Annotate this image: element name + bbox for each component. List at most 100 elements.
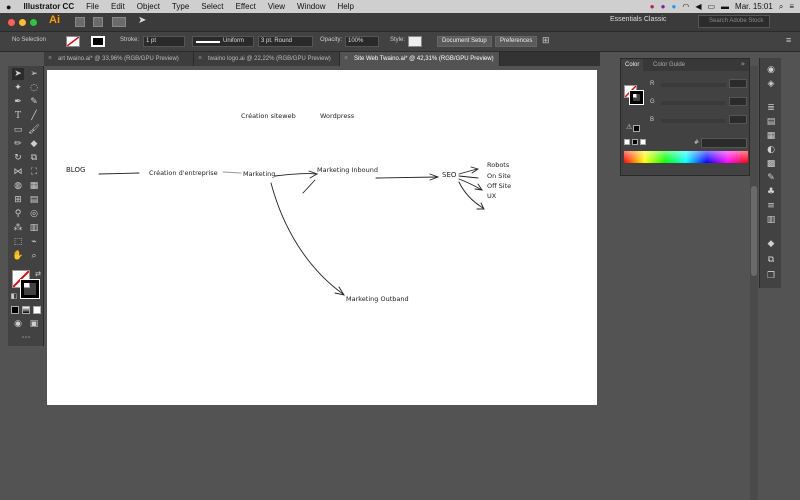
wifi-icon[interactable]: ◠ (682, 2, 689, 11)
eyedropper-icon[interactable]: ⚲ (12, 208, 24, 220)
symbol-sprayer-icon[interactable]: ⁂ (12, 222, 24, 234)
gradient-mode-button[interactable] (22, 306, 30, 314)
none-swatch[interactable] (624, 139, 630, 145)
flag-icon[interactable]: ▭ (707, 2, 715, 11)
apple-menu-icon[interactable]: ● (0, 2, 17, 12)
b-slider[interactable] (661, 119, 726, 123)
g-value-field[interactable] (729, 97, 747, 106)
arrange-icon[interactable]: ⊞ (542, 35, 550, 46)
pen-tool-icon[interactable]: ✒ (12, 96, 24, 108)
curvature-tool-icon[interactable]: ✎ (28, 96, 40, 108)
default-colors-icon[interactable]: ◧ (8, 290, 20, 302)
menu-view[interactable]: View (262, 2, 291, 11)
stroke-color-box[interactable] (20, 279, 40, 299)
menu-type[interactable]: Type (166, 2, 195, 11)
artboards-icon[interactable]: ⧉ (765, 254, 777, 266)
node-off-site[interactable]: Off Site (487, 182, 511, 190)
gpu-rocket-icon[interactable]: ➤ (138, 15, 146, 26)
slice-tool-icon[interactable]: ⌁ (28, 236, 40, 248)
arrange-documents-icon[interactable] (112, 17, 126, 27)
tab-art-twaino[interactable]: × art twaino.ai* @ 33,96% (RGB/GPU Previ… (44, 52, 194, 66)
rectangle-tool-icon[interactable]: ▭ (12, 124, 24, 136)
menu-window[interactable]: Window (291, 2, 331, 11)
pencil-icon[interactable]: ✏ (12, 138, 24, 150)
app-menu[interactable]: Illustrator CC (17, 2, 80, 11)
pathfinder-icon[interactable]: ◐ (765, 144, 777, 156)
swap-colors-icon[interactable]: ⇄ (32, 268, 44, 280)
stock-icon[interactable] (93, 17, 103, 27)
sync-icon[interactable]: ● (661, 2, 666, 11)
eraser-icon[interactable]: ◆ (28, 138, 40, 150)
column-graph-icon[interactable]: ▥ (28, 222, 40, 234)
graphic-style-swatch[interactable] (408, 36, 422, 47)
node-wordpress[interactable]: Wordpress (320, 112, 354, 120)
gradient-tool-icon[interactable]: ▤ (28, 194, 40, 206)
tab-site-web-twaino[interactable]: × Site Web Twaino.ai* @ 42,31% (RGB/GPU … (340, 52, 500, 66)
opacity-field[interactable]: 100% (345, 36, 379, 47)
node-ux[interactable]: UX (487, 192, 496, 200)
layers-list-icon[interactable]: ≣ (765, 102, 777, 114)
mindmap-drawing[interactable] (47, 70, 597, 405)
close-tab-icon[interactable]: × (198, 52, 202, 66)
close-tab-icon[interactable]: × (344, 52, 348, 66)
edit-toolbar-icon[interactable]: ⋯ (20, 332, 32, 344)
r-value-field[interactable] (729, 79, 747, 88)
volume-icon[interactable]: ◀ (695, 2, 701, 11)
perspective-grid-icon[interactable]: ▦ (28, 180, 40, 192)
r-slider[interactable] (661, 83, 726, 87)
workspace-switcher[interactable]: Essentials Classic (610, 16, 666, 23)
graphic-styles-icon[interactable]: ◈ (765, 78, 777, 90)
color-mode-button[interactable] (11, 306, 19, 314)
menu-file[interactable]: File (80, 2, 105, 11)
links-icon[interactable]: ❐ (765, 270, 777, 282)
paintbrush-icon[interactable]: 🖌 (28, 124, 40, 136)
node-seo[interactable]: SEO (442, 171, 456, 179)
node-blog[interactable]: BLOG (66, 166, 85, 174)
search-stock-input[interactable]: Search Adobe Stock (698, 15, 770, 28)
node-creation-entreprise[interactable]: Création d'entreprise (149, 169, 218, 177)
menu-object[interactable]: Object (131, 2, 166, 11)
clock[interactable]: Mar. 15:01 (735, 2, 773, 11)
node-marketing[interactable]: Marketing (243, 170, 275, 178)
mesh-tool-icon[interactable]: ⊞ (12, 194, 24, 206)
close-tab-icon[interactable]: × (48, 52, 52, 66)
node-creation-siteweb[interactable]: Création siteweb (241, 112, 296, 120)
color-stroke-proxy[interactable] (629, 90, 644, 105)
none-mode-button[interactable] (33, 306, 41, 314)
node-robots[interactable]: Robots (487, 161, 509, 169)
draw-mode-icon[interactable]: ◉ (12, 318, 24, 330)
color-spectrum[interactable] (624, 151, 748, 163)
panel-menu-icon[interactable]: ≡ (786, 35, 791, 45)
tab-twaino-logo[interactable]: × twaino logo.ai @ 22,22% (RGB/GPU Previ… (194, 52, 340, 66)
magic-wand-icon[interactable]: ✦ (12, 82, 24, 94)
menu-select[interactable]: Select (195, 2, 229, 11)
zoom-tool-icon[interactable]: ⌕ (28, 250, 40, 262)
menu-help[interactable]: Help (331, 2, 359, 11)
preferences-button[interactable]: Preferences (495, 36, 538, 47)
blend-tool-icon[interactable]: ◎ (28, 208, 40, 220)
menu-effect[interactable]: Effect (230, 2, 262, 11)
bridge-icon[interactable] (75, 17, 85, 27)
transform-icon[interactable]: ▦ (765, 130, 777, 142)
out-of-gamut-icon[interactable]: ⚠ (626, 123, 632, 131)
white-swatch[interactable] (640, 139, 646, 145)
appearance-icon[interactable]: ◉ (765, 64, 777, 76)
artboard[interactable]: Création siteweb Wordpress BLOG Création… (47, 70, 597, 405)
node-marketing-outband[interactable]: Marketing Outband (346, 295, 409, 303)
scrollbar-thumb[interactable] (751, 186, 757, 276)
document-setup-button[interactable]: Document Setup (437, 36, 492, 47)
width-tool-icon[interactable]: ⋈ (12, 166, 24, 178)
battery-icon[interactable]: ▬ (721, 2, 729, 11)
rotate-tool-icon[interactable]: ↻ (12, 152, 24, 164)
direct-selection-tool-icon[interactable]: ➢ (28, 68, 40, 80)
vertical-scrollbar[interactable] (750, 66, 758, 500)
hand-tool-icon[interactable]: ✋ (12, 250, 24, 262)
fill-swatch[interactable] (66, 36, 80, 47)
screen-mode-icon[interactable]: ▣ (28, 318, 40, 330)
app-status-icon[interactable]: ● (671, 2, 676, 11)
tab-color[interactable]: Color (621, 59, 644, 71)
type-tool-icon[interactable]: T (12, 110, 24, 122)
node-marketing-inbound[interactable]: Marketing Inbound (317, 166, 378, 174)
scale-tool-icon[interactable]: ⧉ (28, 152, 40, 164)
gradient-icon[interactable]: ▥ (765, 214, 777, 226)
